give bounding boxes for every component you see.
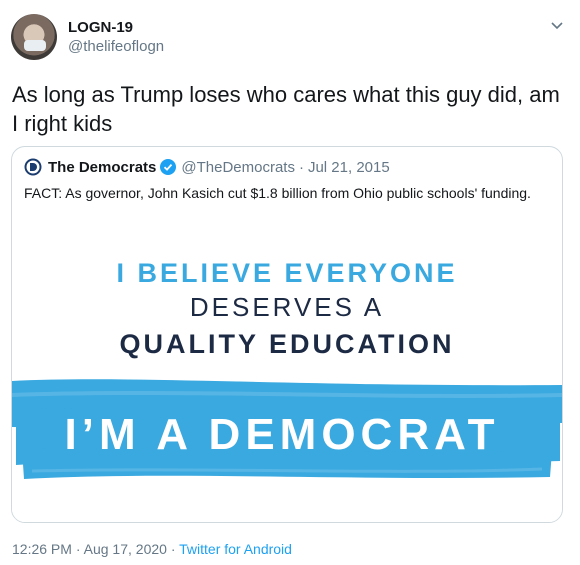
tweet-source-link[interactable]: Twitter for Android bbox=[179, 541, 292, 557]
graphic-line-1: I BELIEVE EVERYONE bbox=[116, 258, 457, 288]
timestamp-separator-1: · bbox=[75, 541, 81, 557]
author-avatar[interactable] bbox=[11, 14, 57, 60]
quoted-author-handle[interactable]: @TheDemocrats bbox=[181, 159, 295, 176]
verified-badge-icon bbox=[160, 159, 177, 175]
graphic-line-4: I’M A DEMOCRAT bbox=[65, 410, 500, 459]
chevron-down-icon[interactable] bbox=[550, 18, 564, 32]
graphic-line-3: QUALITY EDUCATION bbox=[119, 329, 454, 359]
quoted-separator: · bbox=[298, 158, 304, 176]
timestamp-time[interactable]: 12:26 PM bbox=[12, 541, 72, 557]
quoted-tweet-header: The Democrats @TheDemocrats · Jul 21, 20… bbox=[24, 157, 390, 177]
quoted-tweet-image[interactable]: I BELIEVE EVERYONE DESERVES A QUALITY ED… bbox=[12, 209, 562, 522]
tweet-text: As long as Trump loses who cares what th… bbox=[12, 82, 560, 136]
timestamp-date[interactable]: Aug 17, 2020 bbox=[84, 541, 167, 557]
author-handle[interactable]: @thelifeoflogn bbox=[68, 38, 164, 55]
tweet-timestamp: 12:26 PM · Aug 17, 2020 · Twitter for An… bbox=[12, 541, 292, 557]
author-name[interactable]: LOGN-19 bbox=[68, 19, 133, 36]
campaign-graphic: I BELIEVE EVERYONE DESERVES A QUALITY ED… bbox=[12, 258, 562, 479]
quoted-date[interactable]: Jul 21, 2015 bbox=[308, 159, 390, 176]
democrats-logo-icon bbox=[24, 158, 42, 176]
quoted-tweet[interactable]: The Democrats @TheDemocrats · Jul 21, 20… bbox=[11, 146, 563, 523]
quoted-tweet-text: FACT: As governor, John Kasich cut $1.8 … bbox=[24, 185, 531, 201]
timestamp-separator-2: · bbox=[170, 541, 176, 557]
tweet-card: LOGN-19 @thelifeoflogn As long as Trump … bbox=[0, 0, 580, 565]
graphic-line-2: DESERVES A bbox=[190, 292, 384, 322]
quoted-author-name[interactable]: The Democrats bbox=[48, 159, 156, 176]
